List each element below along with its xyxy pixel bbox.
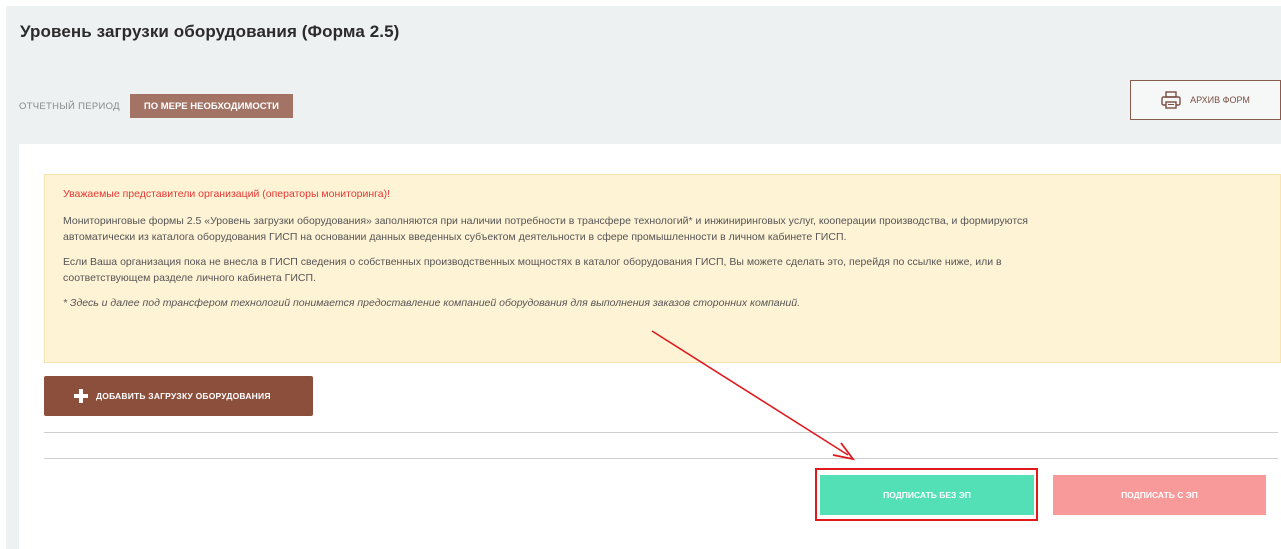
add-equipment-load-label: ДОБАВИТЬ ЗАГРУЗКУ ОБОРУДОВАНИЯ: [96, 391, 271, 401]
archive-forms-label: АРХИВ ФОРМ: [1190, 95, 1250, 105]
notice-paragraph-1-line-2: автоматически из каталога оборудования Г…: [63, 231, 847, 243]
archive-forms-button[interactable]: АРХИВ ФОРМ: [1130, 80, 1281, 120]
page-background: Уровень загрузки оборудования (Форма 2.5…: [6, 6, 1281, 549]
sign-with-ep-label: ПОДПИСАТЬ С ЭП: [1121, 490, 1198, 500]
add-equipment-load-button[interactable]: ДОБАВИТЬ ЗАГРУЗКУ ОБОРУДОВАНИЯ: [44, 376, 313, 416]
notice-paragraph-1: Мониторинговые формы 2.5 «Уровень загруз…: [63, 213, 1262, 245]
notice-paragraph-2-line-1: Если Ваша организация пока не внесла в Г…: [63, 256, 1002, 268]
page-title: Уровень загрузки оборудования (Форма 2.5…: [20, 22, 400, 41]
annotation-highlight-box: [815, 468, 1038, 521]
printer-icon: [1161, 91, 1181, 109]
notice-footnote: * Здесь и далее под трансфером технологи…: [63, 297, 801, 309]
notice-paragraph-1-line-1: Мониторинговые формы 2.5 «Уровень загруз…: [63, 215, 1028, 227]
form-card: Уважаемые представители организаций (опе…: [19, 144, 1281, 549]
notice-headline: Уважаемые представители организаций (опе…: [63, 188, 391, 200]
notice-paragraph-2: Если Ваша организация пока не внесла в Г…: [63, 254, 1262, 286]
divider: [44, 458, 1278, 459]
reporting-period-label: ОТЧЕТНЫЙ ПЕРИОД: [19, 100, 120, 112]
notice-paragraph-2-line-2: соответствующем разделе личного кабинета…: [63, 272, 316, 284]
reporting-period-badge: ПО МЕРЕ НЕОБХОДИМОСТИ: [129, 94, 293, 118]
plus-icon: [74, 389, 88, 403]
divider: [44, 432, 1278, 433]
info-notice: Уважаемые представители организаций (опе…: [44, 174, 1281, 363]
reporting-period: ОТЧЕТНЫЙ ПЕРИОД ПО МЕРЕ НЕОБХОДИМОСТИ: [6, 93, 293, 119]
sign-with-ep-button[interactable]: ПОДПИСАТЬ С ЭП: [1053, 475, 1266, 515]
